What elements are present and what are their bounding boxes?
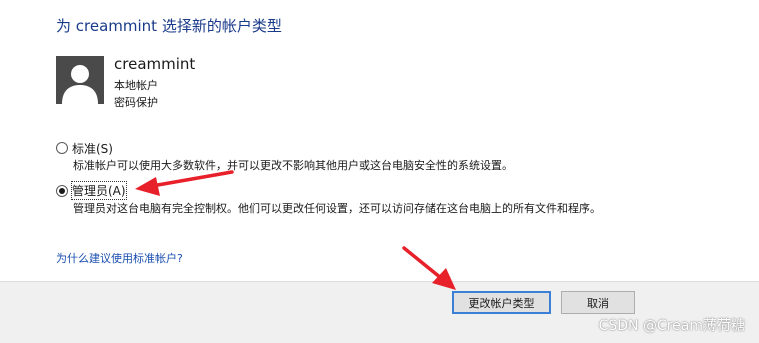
- administrator-radio[interactable]: [56, 185, 68, 197]
- user-silhouette-icon: [62, 65, 98, 104]
- change-account-type-button[interactable]: 更改帐户类型: [452, 291, 551, 314]
- standard-option-label[interactable]: 标准(S): [72, 140, 113, 157]
- user-avatar: [56, 56, 104, 104]
- page-title: 为 creammint 选择新的帐户类型: [56, 17, 282, 35]
- watermark: CSDN @Cream薄荷糖: [598, 318, 745, 334]
- administrator-option-description: 管理员对这台电脑有完全控制权。他们可以更改任何设置，还可以访问存储在这台电脑上的…: [73, 202, 601, 215]
- administrator-option-label[interactable]: 管理员(A): [71, 181, 127, 200]
- user-security-status: 密码保护: [114, 96, 158, 109]
- user-name: creammint: [114, 55, 196, 73]
- cancel-button[interactable]: 取消: [561, 291, 635, 314]
- user-account-type: 本地帐户: [114, 79, 158, 92]
- standard-option-description: 标准帐户可以使用大多数软件，并可以更改不影响其他用户或这台电脑安全性的系统设置。: [73, 159, 513, 172]
- standard-radio[interactable]: [56, 142, 68, 154]
- why-standard-account-link[interactable]: 为什么建议使用标准帐户?: [56, 250, 183, 266]
- account-type-panel: 为 creammint 选择新的帐户类型 creammint 本地帐户 密码保护…: [0, 0, 759, 281]
